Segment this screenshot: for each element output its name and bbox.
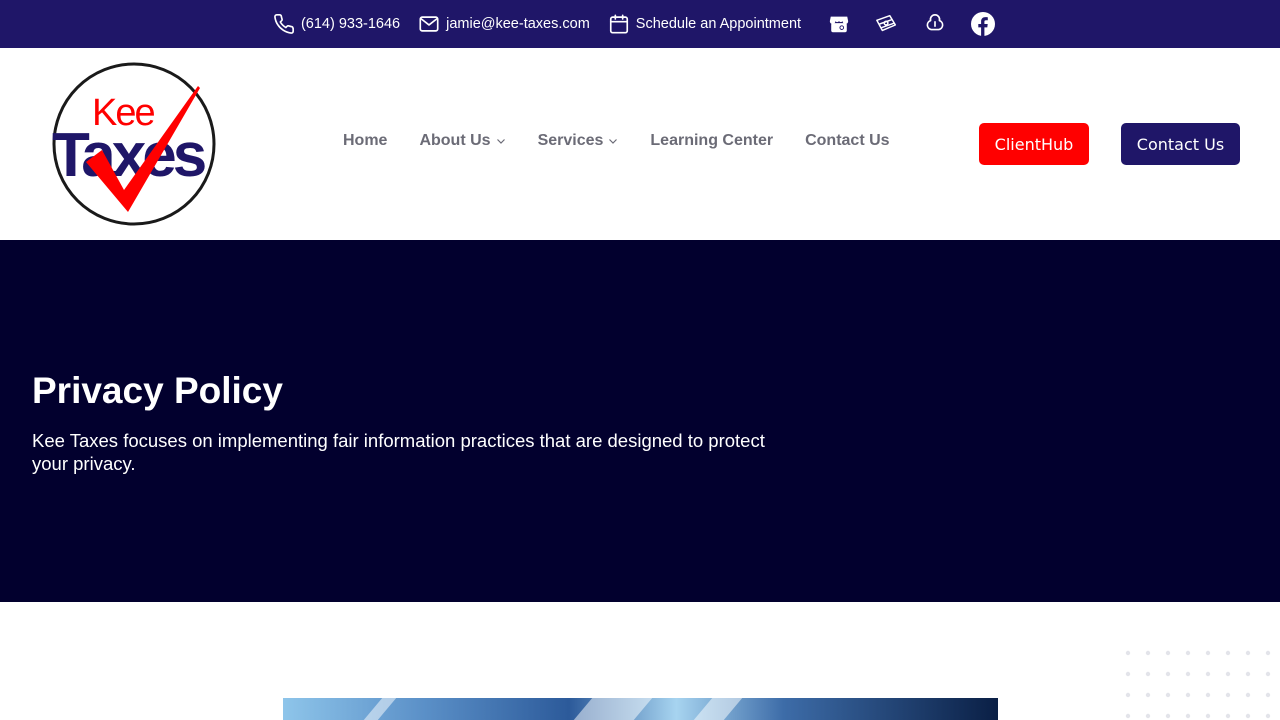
hero-section: Privacy Policy Kee Taxes focuses on impl… <box>0 240 1280 602</box>
social-links <box>815 12 1007 36</box>
site-header: Kee Taxes Home About Us Services Learnin… <box>0 48 1280 240</box>
nav-contact-us[interactable]: Contact Us <box>805 132 889 150</box>
logo-line2: Taxes <box>52 121 205 190</box>
chevron-down-icon <box>496 139 505 144</box>
main-navigation: Home About Us Services Learning Center C… <box>343 132 922 150</box>
nav-learning-center-label: Learning Center <box>650 132 774 149</box>
kee-taxes-logo[interactable]: Kee Taxes <box>38 62 236 226</box>
appointment-text: Schedule an Appointment <box>635 16 802 32</box>
nav-services[interactable]: Services <box>538 132 619 150</box>
nav-contact-us-label: Contact Us <box>805 132 890 149</box>
nav-services-label: Services <box>537 132 604 149</box>
facebook-icon[interactable] <box>971 12 996 36</box>
calendar-icon <box>609 14 628 34</box>
phone-icon <box>274 14 294 34</box>
top-utility-bar: (614) 933-1646 jamie@kee-taxes.com Sched… <box>0 0 1280 48</box>
nav-home-label: Home <box>343 132 388 149</box>
nav-about-us[interactable]: About Us <box>419 132 505 150</box>
money-icon[interactable] <box>875 12 899 36</box>
chevron-down-icon <box>609 139 618 144</box>
store-icon[interactable] <box>827 12 851 36</box>
contact-us-button[interactable]: Contact Us <box>1121 123 1240 165</box>
phone-link[interactable]: (614) 933-1646 <box>273 13 400 35</box>
page-title: Privacy Policy <box>32 370 283 411</box>
cloud-icon[interactable] <box>923 12 947 36</box>
nav-home[interactable]: Home <box>343 132 387 150</box>
clienthub-button[interactable]: ClientHub <box>979 123 1089 165</box>
nav-about-us-label: About Us <box>419 132 491 149</box>
dot-grid-decoration <box>1125 650 1271 719</box>
appointment-link[interactable]: Schedule an Appointment <box>608 13 801 35</box>
phone-text: (614) 933-1646 <box>300 16 401 32</box>
mail-icon <box>419 16 439 32</box>
nav-learning-center[interactable]: Learning Center <box>650 132 773 150</box>
email-text: jamie@kee-taxes.com <box>446 16 590 32</box>
content-image <box>283 698 998 720</box>
page-subtitle: Kee Taxes focuses on implementing fair i… <box>32 430 765 474</box>
email-link[interactable]: jamie@kee-taxes.com <box>418 13 590 35</box>
